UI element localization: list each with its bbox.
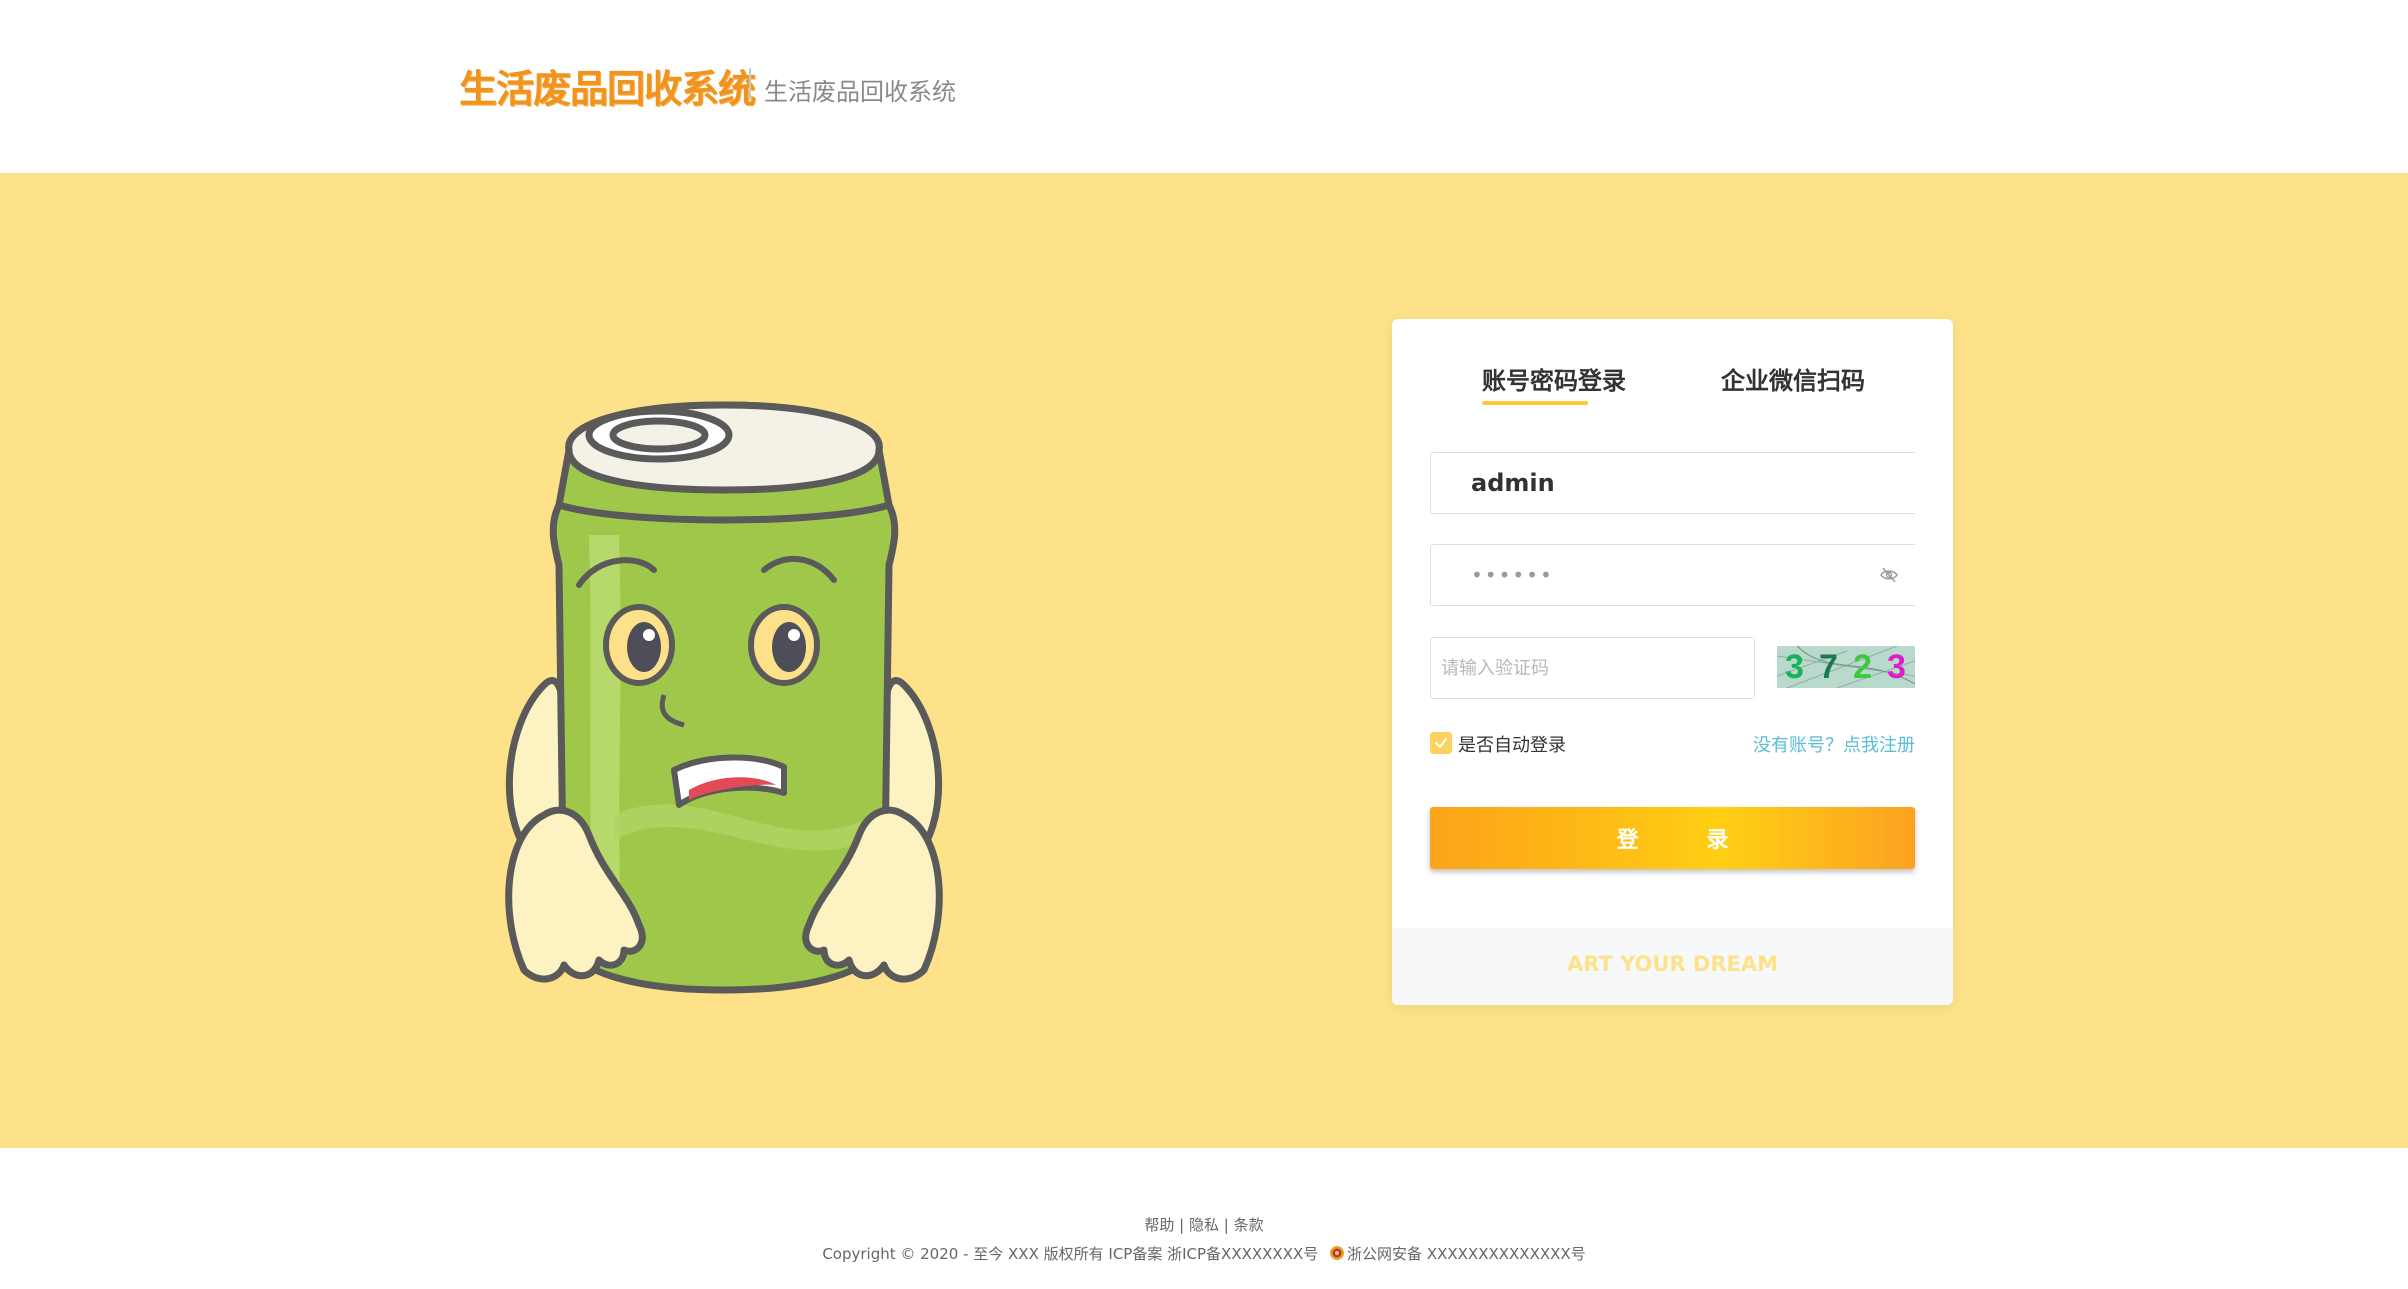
- login-button[interactable]: 登 录: [1430, 807, 1915, 869]
- check-icon: [1435, 738, 1447, 748]
- captcha-char-2: 7: [1819, 648, 1838, 686]
- mascot-illustration: [505, 401, 943, 994]
- captcha-input[interactable]: [1431, 638, 1754, 698]
- hero-section: 账号密码登录 企业微信扫码 3 7 2 3: [0, 173, 2408, 1148]
- tab-wechat-scan[interactable]: 企业微信扫码: [1721, 361, 1865, 396]
- header: 生活废品回收系统 生活废品回收系统: [0, 0, 2408, 173]
- footer-link-help[interactable]: 帮助: [1144, 1216, 1174, 1234]
- footer-link-privacy[interactable]: 隐私: [1189, 1216, 1219, 1234]
- police-badge-icon: [1330, 1246, 1345, 1260]
- login-card: 账号密码登录 企业微信扫码 3 7 2 3: [1392, 319, 1953, 1005]
- copyright-text[interactable]: Copyright © 2020 - 至今 XXX 版权所有 ICP备案 浙IC…: [822, 1245, 1318, 1263]
- captcha-char-1: 3: [1785, 648, 1804, 686]
- register-link[interactable]: 没有账号？点我注册: [1753, 731, 1915, 757]
- footer-separator: |: [1223, 1216, 1229, 1234]
- footer-links: 帮助 | 隐私 | 条款: [0, 1214, 2408, 1235]
- card-footer: ART YOUR DREAM: [1392, 928, 1953, 1005]
- password-field[interactable]: [1430, 544, 1915, 606]
- logo[interactable]: 生活废品回收系统: [459, 58, 756, 113]
- footer: 帮助 | 隐私 | 条款 Copyright © 2020 - 至今 XXX 版…: [0, 1148, 2408, 1289]
- remember-label[interactable]: 是否自动登录: [1458, 731, 1566, 757]
- captcha-field[interactable]: [1430, 637, 1755, 699]
- password-input[interactable]: [1431, 545, 1915, 605]
- active-tab-indicator: [1482, 401, 1588, 405]
- eye-off-icon[interactable]: [1879, 565, 1899, 585]
- police-record-text[interactable]: 浙公网安备 XXXXXXXXXXXXXX号: [1347, 1245, 1586, 1263]
- footer-link-terms[interactable]: 条款: [1234, 1216, 1264, 1234]
- captcha-char-3: 2: [1853, 648, 1872, 686]
- footer-copyright-line: Copyright © 2020 - 至今 XXX 版权所有 ICP备案 浙IC…: [0, 1243, 2408, 1264]
- username-field[interactable]: [1430, 452, 1915, 514]
- username-input[interactable]: [1431, 453, 1915, 513]
- logo-divider: [749, 68, 751, 100]
- tab-account-login[interactable]: 账号密码登录: [1482, 361, 1626, 396]
- footer-separator: |: [1179, 1216, 1185, 1234]
- captcha-image[interactable]: 3 7 2 3: [1777, 646, 1915, 688]
- header-subtitle: 生活废品回收系统: [764, 78, 956, 106]
- slogan: ART YOUR DREAM: [1566, 952, 1779, 976]
- remember-checkbox[interactable]: [1430, 732, 1452, 754]
- captcha-char-4: 3: [1887, 648, 1906, 686]
